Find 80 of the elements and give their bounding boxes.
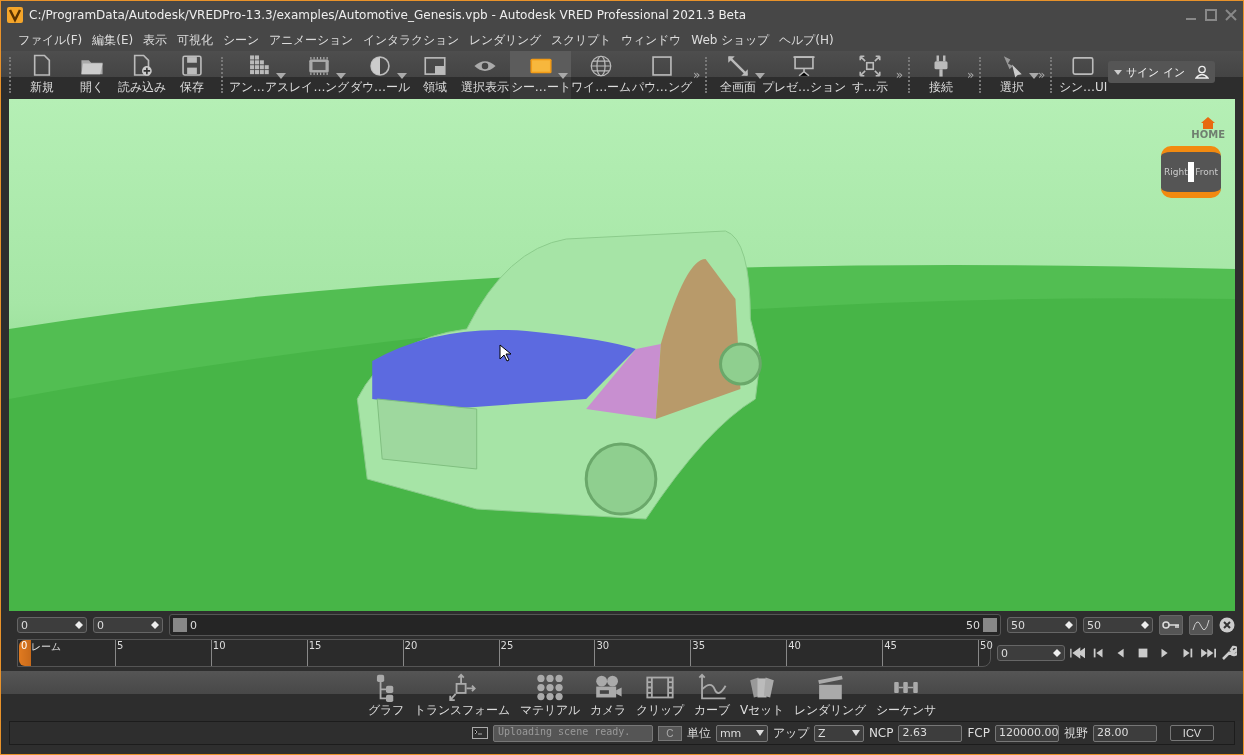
toolbar-button[interactable]: シン…UI — [1058, 51, 1109, 99]
module-button[interactable]: カメラ — [585, 671, 630, 721]
frame-spinbox[interactable]: 0 — [93, 617, 163, 633]
3d-viewport[interactable]: HOME Right Front — [9, 99, 1235, 611]
module-button[interactable]: マテリアル — [515, 671, 584, 721]
ncp-field[interactable]: 2.63 — [898, 724, 963, 742]
menu-item[interactable]: インタラクション — [358, 31, 465, 49]
overflow-chevron[interactable]: » — [1036, 68, 1047, 82]
module-button[interactable]: クリップ — [631, 671, 688, 721]
menu-item[interactable]: ファイル(F) — [13, 31, 88, 49]
view-cube[interactable]: Right Front — [1161, 146, 1221, 198]
frame-spinbox[interactable]: 50 — [1007, 617, 1077, 633]
home-label: HOME — [1191, 129, 1225, 140]
current-frame-spinbox[interactable]: 0 — [997, 645, 1065, 661]
tick-label: 5 — [116, 640, 124, 651]
toolbar-button[interactable]: 選択 — [986, 51, 1037, 99]
tick-label: 40 — [788, 640, 801, 651]
toolbar-button[interactable]: 読み込み — [116, 51, 167, 99]
unit-label: 単位 — [686, 724, 711, 742]
fcp-label: FCP — [967, 726, 990, 740]
module-button[interactable]: トランスフォーム — [409, 671, 514, 721]
toolbar-button[interactable]: ワイ…ーム — [570, 51, 632, 99]
tick-label: 30 — [596, 640, 610, 651]
module-button[interactable]: レンダリング — [790, 671, 871, 721]
ncp-label: NCP — [868, 726, 894, 740]
toolbar-button[interactable]: 新規 — [16, 51, 67, 99]
sign-in-button[interactable]: サイン イン — [1108, 61, 1216, 83]
toolbar-button[interactable]: 領域 — [410, 51, 461, 99]
menu-item[interactable]: Web ショップ — [686, 31, 775, 49]
frame-spinbox[interactable]: 0 — [17, 617, 87, 633]
tick-label: 25 — [500, 640, 514, 651]
frame-ruler[interactable]: 0 レーム 5 10 15 20 25 30 35 40 45 50 — [17, 639, 991, 667]
up-axis-label: アップ — [772, 724, 809, 742]
toolbar-button[interactable]: 開く — [66, 51, 117, 99]
frame-spinbox[interactable]: 50 — [1083, 617, 1153, 633]
module-button[interactable]: シーケンサ — [872, 671, 941, 721]
toolbar-button[interactable]: す…示 — [844, 51, 895, 99]
toolbar-button[interactable]: 保存 — [166, 51, 217, 99]
menu-item[interactable]: 可視化 — [172, 31, 219, 49]
toolbar-button[interactable]: ダウ…ール — [349, 51, 411, 99]
range-end-label: 50 — [966, 618, 980, 632]
window-title: C:/ProgramData/Autodesk/VREDPro-13.3/examples/Automotive_Genesis.vpb - Autodesk VRED Professional 2021.3 Beta — [29, 8, 747, 22]
cube-face-label: Front — [1195, 167, 1218, 177]
menu-item[interactable]: ヘルプ(H) — [774, 31, 839, 49]
menu-item[interactable]: 表示 — [138, 31, 173, 49]
icv-button[interactable]: ICV — [1170, 725, 1214, 741]
tick-label: 35 — [692, 640, 706, 651]
module-button[interactable]: Vセット — [735, 671, 789, 721]
field-of-view-field[interactable]: 28.00 — [1093, 724, 1157, 742]
field-of-view-label: 視野 — [1064, 724, 1088, 742]
module-button[interactable]: カーブ — [689, 671, 734, 721]
toolbar-button[interactable]: シー…ート — [510, 51, 571, 99]
overflow-chevron[interactable]: » — [692, 68, 702, 82]
toolbar-button[interactable]: 全画面 — [713, 51, 764, 99]
menu-item[interactable]: シーン — [218, 31, 265, 49]
menu-item[interactable]: レンダリング — [464, 31, 547, 49]
tick-label: 50 — [980, 640, 993, 651]
menu-item[interactable]: アニメーション — [264, 31, 359, 49]
tick-label: 45 — [884, 640, 897, 651]
overflow-chevron[interactable]: » — [965, 68, 976, 82]
up-axis-dropdown[interactable]: Z — [813, 724, 864, 742]
toolbar-button[interactable]: アン…アス — [228, 51, 290, 99]
menu-item[interactable]: 編集(E) — [87, 31, 139, 49]
toolbar-button[interactable]: 選択表示 — [460, 51, 511, 99]
toolbar-button[interactable]: レイ…ング — [289, 51, 350, 99]
module-button[interactable]: グラフ — [363, 671, 408, 721]
menu-item[interactable]: スクリプト — [546, 31, 617, 49]
cube-face-label: Right — [1164, 167, 1188, 177]
menu-item[interactable]: ウィンドウ — [616, 31, 687, 49]
tick-label: 15 — [308, 640, 322, 651]
toolbar-button[interactable]: 接続 — [915, 51, 966, 99]
toolbar-button[interactable]: パウ…ング — [631, 51, 693, 99]
ruler-caption: レーム — [31, 640, 61, 654]
tick-label: 20 — [404, 640, 418, 651]
toolbar-button[interactable]: プレゼ…ション — [763, 51, 845, 99]
range-start-label: 0 — [190, 618, 197, 632]
overflow-chevron[interactable]: » — [894, 68, 905, 82]
fcp-field[interactable]: 120000.00 — [995, 724, 1059, 742]
tick-label: 10 — [212, 640, 226, 651]
unit-dropdown[interactable]: mm — [715, 724, 768, 742]
